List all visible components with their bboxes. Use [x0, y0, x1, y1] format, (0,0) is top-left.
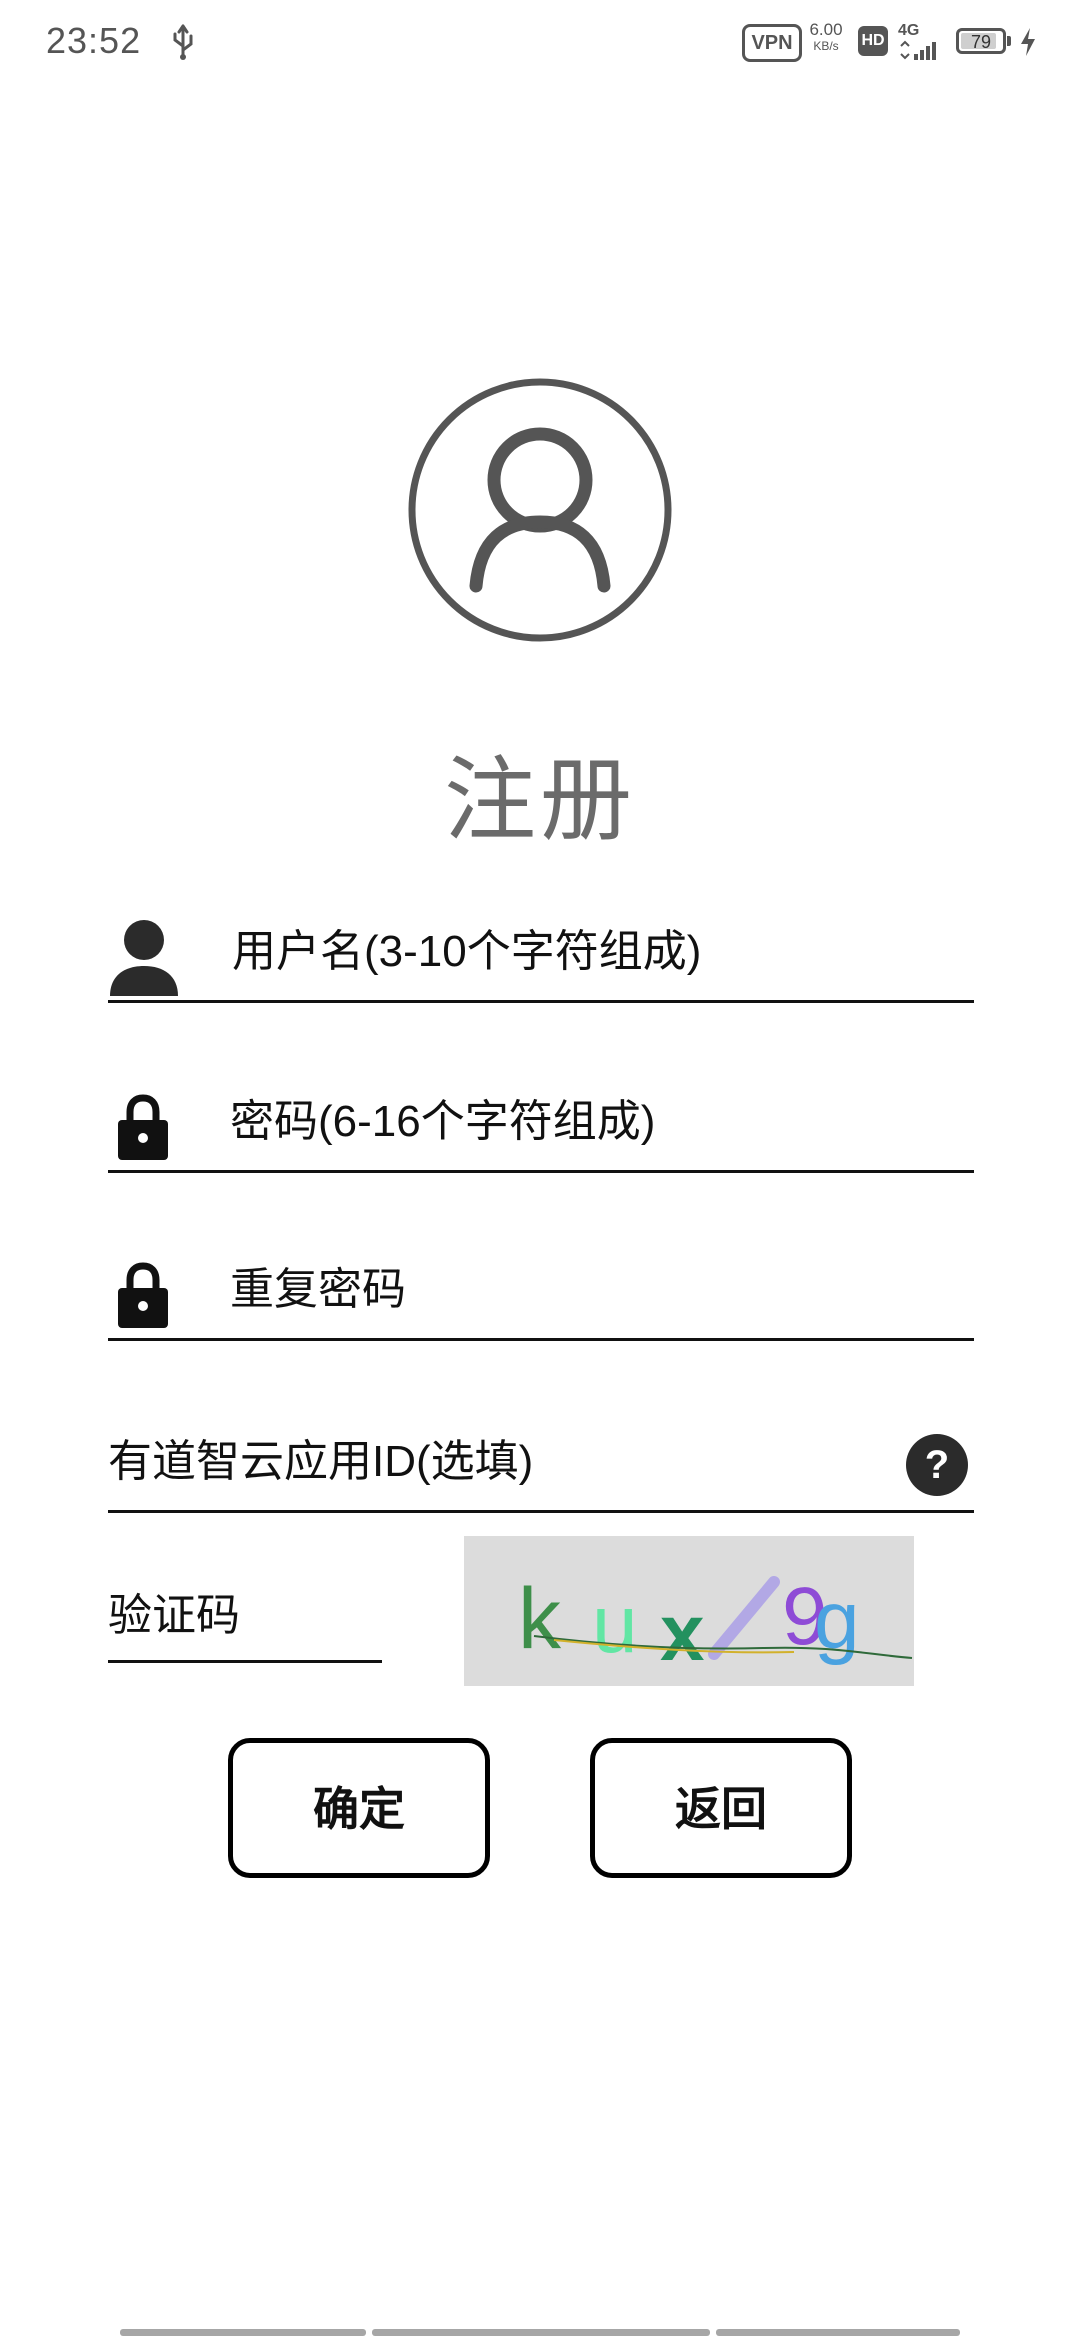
person-icon	[110, 920, 178, 996]
svg-text:k: k	[518, 1571, 562, 1667]
nav-bar-center[interactable]	[372, 2329, 710, 2336]
app-id-field[interactable]: ?	[108, 1410, 974, 1513]
captcha-field[interactable]	[108, 1570, 382, 1663]
back-button[interactable]: 返回	[590, 1738, 852, 1878]
user-circle-icon	[408, 378, 672, 642]
battery-cap	[1007, 36, 1011, 46]
signal-icon: 4G	[898, 22, 942, 62]
captcha-image[interactable]: k u x 9 g	[464, 1536, 914, 1686]
username-input[interactable]	[232, 922, 952, 982]
battery-icon: 79	[956, 28, 1006, 54]
network-type: 4G	[898, 22, 920, 39]
lock-icon	[118, 1094, 168, 1160]
signal-bars-icon	[900, 40, 936, 60]
battery-level: 79	[970, 32, 992, 52]
lock-icon	[118, 1262, 168, 1328]
vpn-badge: VPN	[742, 24, 802, 62]
username-field[interactable]	[108, 900, 974, 1003]
svg-text:x: x	[660, 1588, 705, 1677]
app-id-input[interactable]	[108, 1432, 868, 1492]
status-time: 23:52	[46, 20, 142, 61]
charging-icon	[1021, 28, 1035, 56]
network-speed-unit: KB/s	[813, 39, 839, 53]
nav-bar-right[interactable]	[716, 2329, 960, 2336]
network-speed-value: 6.00	[809, 20, 843, 39]
captcha-graphic: k u x 9 g	[518, 1571, 913, 1677]
password-field[interactable]	[108, 1070, 974, 1173]
captcha-input[interactable]	[108, 1586, 378, 1646]
svg-text:u: u	[592, 1579, 638, 1670]
nav-bar-left[interactable]	[120, 2329, 366, 2336]
hd-badge: HD	[858, 26, 888, 56]
help-icon[interactable]: ?	[906, 1434, 968, 1496]
repeat-password-field[interactable]	[108, 1238, 974, 1341]
password-input[interactable]	[230, 1092, 950, 1152]
repeat-password-input[interactable]	[230, 1260, 950, 1320]
page-title: 注册	[443, 750, 636, 852]
confirm-button[interactable]: 确定	[228, 1738, 490, 1878]
status-bar: 23:52 VPN 6.00 KB/s HD 4G 79	[0, 0, 1080, 84]
network-speed: 6.00 KB/s	[806, 20, 846, 54]
usb-icon	[173, 24, 193, 60]
